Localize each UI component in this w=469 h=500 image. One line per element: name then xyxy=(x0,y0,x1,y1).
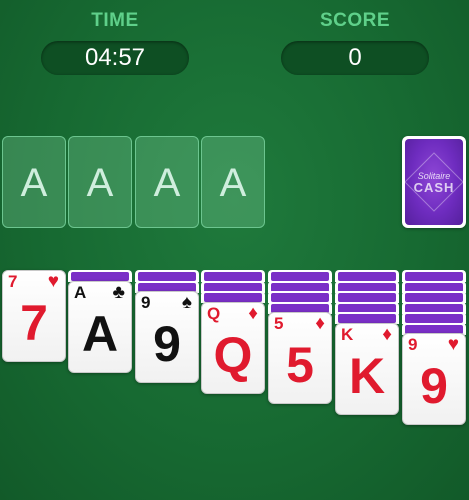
time-label: TIME xyxy=(91,10,139,31)
score-label: SCORE xyxy=(319,10,391,31)
card-back-strip xyxy=(204,293,262,302)
face-up-card[interactable]: 5 ♦ 5 xyxy=(268,312,332,404)
card-suit-icon: ♣ xyxy=(112,281,125,303)
card-suit-icon: ♦ xyxy=(315,313,325,334)
card-back-strip xyxy=(405,272,463,281)
stock-pile[interactable]: Solitaire CASH xyxy=(402,136,466,228)
card-rank-small: 9 xyxy=(408,335,418,354)
card-rank-small: A xyxy=(74,282,87,302)
face-up-card[interactable]: A ♣ A xyxy=(68,280,132,373)
face-up-card[interactable]: 9 ♥ 9 xyxy=(402,333,466,425)
card-back-strip xyxy=(405,314,463,323)
card-back-strip xyxy=(138,272,196,281)
face-up-card[interactable]: K ♦ K xyxy=(335,322,399,415)
card-back-strip xyxy=(204,272,262,281)
time-display: 04:57 xyxy=(41,41,189,75)
card-suit-icon: ♠ xyxy=(181,292,192,313)
card-suit-icon: ♥ xyxy=(47,271,59,292)
card-rank-large: 7 xyxy=(20,295,48,351)
card-rank-large: K xyxy=(348,347,386,404)
card-rank-large: Q xyxy=(213,326,253,383)
card-back-strip xyxy=(71,272,129,281)
card-rank-large: 9 xyxy=(420,358,448,414)
card-rank-large: A xyxy=(81,305,119,362)
card-rank-small: K xyxy=(341,324,354,344)
card-rank-large: 5 xyxy=(286,337,314,393)
logo-text-bottom: CASH xyxy=(413,180,455,195)
card-back-strip xyxy=(338,293,396,302)
brand-logo: Solitaire CASH xyxy=(405,171,463,195)
card-back-strip xyxy=(271,272,329,281)
card-rank-small: Q xyxy=(207,303,221,323)
card-back-strip xyxy=(338,272,396,281)
card-suit-icon: ♦ xyxy=(382,323,392,345)
score-display: 0 xyxy=(281,41,429,75)
card-rank-small: 5 xyxy=(274,314,284,333)
face-up-card[interactable]: Q ♦ Q xyxy=(201,301,265,394)
card-back-strip xyxy=(405,293,463,302)
card-suit-icon: ♥ xyxy=(447,334,459,355)
card-back: Solitaire CASH xyxy=(405,139,463,225)
foundation-slot-4[interactable]: A xyxy=(201,136,265,228)
card-back-strip xyxy=(338,314,396,323)
foundation-slot-2[interactable]: A xyxy=(68,136,132,228)
card-suit-icon: ♦ xyxy=(248,302,258,324)
card-rank-small: 7 xyxy=(8,272,18,291)
face-up-card[interactable]: 9 ♠ 9 xyxy=(135,291,199,383)
face-up-card[interactable]: 7 ♥ 7 xyxy=(2,270,66,362)
card-rank-small: 9 xyxy=(141,293,151,312)
foundation-slot-1[interactable]: A xyxy=(2,136,66,228)
foundation-slot-3[interactable]: A xyxy=(135,136,199,228)
card-back-strip xyxy=(271,293,329,302)
card-rank-large: 9 xyxy=(153,316,181,372)
